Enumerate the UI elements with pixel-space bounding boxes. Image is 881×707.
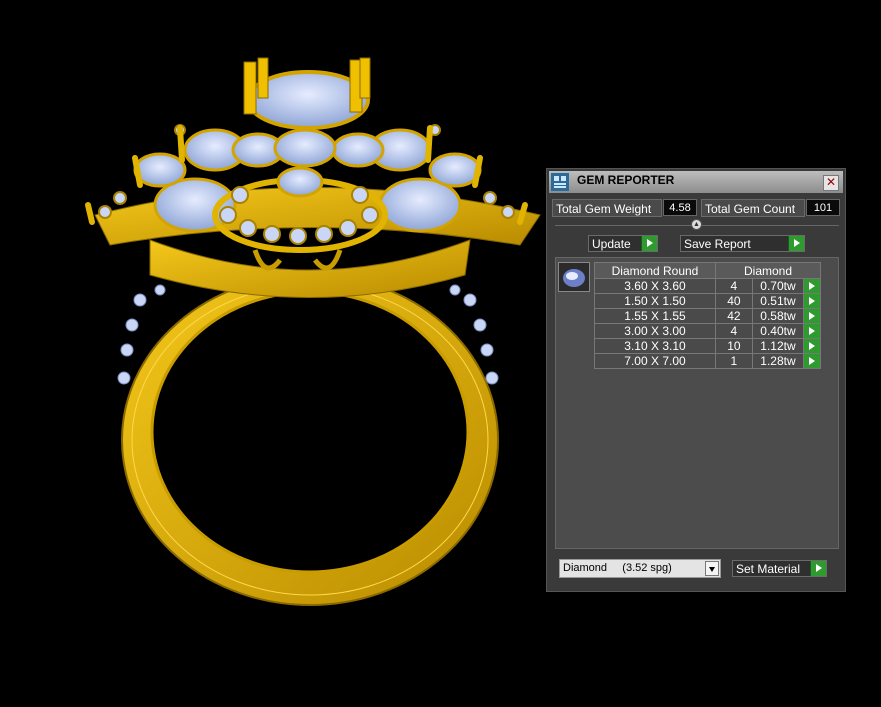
play-arrow-icon xyxy=(788,236,804,251)
save-report-button-label: Save Report xyxy=(684,237,751,251)
close-icon[interactable]: ✕ xyxy=(823,175,839,191)
save-report-button[interactable]: Save Report xyxy=(680,235,805,252)
total-gem-count-label: Total Gem Count xyxy=(701,199,805,217)
total-gem-count-value: 101 xyxy=(806,199,840,216)
gem-count-cell: 4 xyxy=(715,323,753,339)
material-select-value: Diamond (3.52 spg) xyxy=(563,562,672,574)
gem-size-cell: 7.00 X 7.00 xyxy=(594,353,716,369)
gem-weight-cell: 0.51tw xyxy=(751,293,805,309)
table-row[interactable]: 3.00 X 3.00 4 0.40tw xyxy=(594,323,821,339)
play-arrow-icon[interactable] xyxy=(803,353,821,369)
gem-size-cell: 1.50 X 1.50 xyxy=(594,293,716,309)
column-header-shape: Diamond Round xyxy=(594,262,716,279)
gem-weight-cell: 0.58tw xyxy=(751,308,805,324)
update-button-label: Update xyxy=(592,237,631,251)
set-material-button-label: Set Material xyxy=(736,562,801,576)
play-arrow-icon xyxy=(641,236,657,251)
panel-titlebar[interactable]: GEM REPORTER ✕ xyxy=(549,171,843,193)
play-arrow-icon[interactable] xyxy=(803,338,821,354)
gem-weight-cell: 1.28tw xyxy=(751,353,805,369)
play-arrow-icon xyxy=(810,561,826,576)
chevron-down-icon[interactable] xyxy=(705,561,719,576)
table-row[interactable]: 7.00 X 7.00 1 1.28tw xyxy=(594,353,821,369)
table-row[interactable]: 1.50 X 1.50 40 0.51tw xyxy=(594,293,821,309)
round-diamond-icon[interactable] xyxy=(558,262,590,292)
gem-count-cell: 40 xyxy=(715,293,753,309)
play-arrow-icon[interactable] xyxy=(803,323,821,339)
gem-count-cell: 1 xyxy=(715,353,753,369)
gem-count-cell: 42 xyxy=(715,308,753,324)
update-button[interactable]: Update xyxy=(588,235,658,252)
chevron-up-icon[interactable]: ▲ xyxy=(691,219,702,230)
total-gem-weight-label: Total Gem Weight xyxy=(552,199,662,217)
table-row[interactable]: 1.55 X 1.55 42 0.58tw xyxy=(594,308,821,324)
gem-size-cell: 3.10 X 3.10 xyxy=(594,338,716,354)
gem-size-cell: 1.55 X 1.55 xyxy=(594,308,716,324)
gem-weight-cell: 0.40tw xyxy=(751,323,805,339)
play-arrow-icon[interactable] xyxy=(803,308,821,324)
column-header-material: Diamond xyxy=(715,262,821,279)
gem-table: Diamond Round Diamond 3.60 X 3.60 4 0.70… xyxy=(594,262,821,369)
table-row[interactable]: 3.60 X 3.60 4 0.70tw xyxy=(594,278,821,294)
gem-size-cell: 3.00 X 3.00 xyxy=(594,323,716,339)
panel-title: GEM REPORTER xyxy=(577,173,675,187)
gem-count-cell: 10 xyxy=(715,338,753,354)
gem-size-cell: 3.60 X 3.60 xyxy=(594,278,716,294)
gem-reporter-icon xyxy=(551,173,569,191)
material-select[interactable]: Diamond (3.52 spg) xyxy=(559,559,721,578)
gem-weight-cell: 0.70tw xyxy=(751,278,805,294)
table-row[interactable]: 3.10 X 3.10 10 1.12tw xyxy=(594,338,821,354)
total-gem-weight-value: 4.58 xyxy=(663,199,697,216)
gem-list[interactable]: Diamond Round Diamond 3.60 X 3.60 4 0.70… xyxy=(555,257,839,549)
table-header-row: Diamond Round Diamond xyxy=(594,262,821,279)
set-material-button[interactable]: Set Material xyxy=(732,560,827,577)
gem-weight-cell: 1.12tw xyxy=(751,338,805,354)
gem-reporter-panel: GEM REPORTER ✕ Total Gem Weight 4.58 Tot… xyxy=(546,168,846,592)
gem-count-cell: 4 xyxy=(715,278,753,294)
play-arrow-icon[interactable] xyxy=(803,278,821,294)
play-arrow-icon[interactable] xyxy=(803,293,821,309)
